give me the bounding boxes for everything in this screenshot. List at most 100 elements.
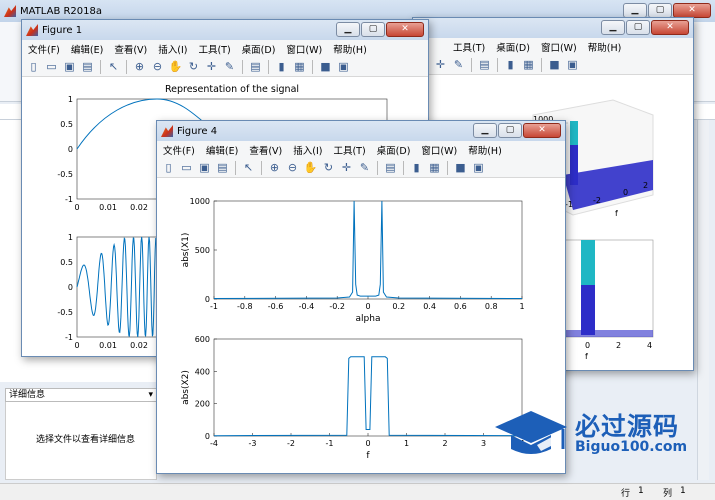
show-plot-tools-icon[interactable]: ▣: [336, 59, 351, 74]
print-icon[interactable]: ▤: [215, 160, 230, 175]
f1p1-xtick-002: 0.02: [130, 203, 148, 212]
f1p2-ytick-1: 1: [68, 233, 73, 242]
show-plot-tools-icon[interactable]: ▣: [471, 160, 486, 175]
fig4-plot2-ytick-label: 0: [205, 432, 210, 441]
fig4-plot2-xtick-label: -3: [249, 439, 257, 448]
figure1-menu-edit[interactable]: 编辑(E): [71, 42, 103, 56]
surface-xlabel-f: f: [615, 209, 618, 218]
figure1-menu-tools[interactable]: 工具(T): [198, 42, 230, 56]
figure4-minimize-button[interactable]: ▁: [473, 123, 497, 138]
rotate-icon[interactable]: ↻: [321, 160, 336, 175]
legend-icon[interactable]: ▦: [521, 57, 536, 72]
hidden-maximize-button[interactable]: ▢: [626, 20, 650, 35]
hidden-figure-toolbar: ✛ ✎ ▤ ▮ ▦ ■ ▣: [413, 55, 693, 75]
figure1-close-button[interactable]: ✕: [386, 22, 424, 37]
legend-icon[interactable]: ▦: [292, 59, 307, 74]
figure1-menu-insert[interactable]: 插入(I): [158, 42, 187, 56]
figure4-menu-edit[interactable]: 编辑(E): [206, 143, 238, 157]
f1p1-ytick-m1: -1: [65, 195, 73, 204]
figure1-minimize-button[interactable]: ▁: [336, 22, 360, 37]
figure4-close-button[interactable]: ✕: [523, 123, 561, 138]
fig4-plot2-ytick-label: 200: [195, 400, 210, 409]
show-plot-tools-icon[interactable]: ▣: [565, 57, 580, 72]
colorbar-icon[interactable]: ▮: [274, 59, 289, 74]
save-icon[interactable]: ▣: [62, 59, 77, 74]
chevron-down-icon[interactable]: ▾: [148, 389, 153, 401]
print-preview-icon[interactable]: ▤: [477, 57, 492, 72]
figure1-menu-file[interactable]: 文件(F): [28, 42, 60, 56]
f1p1-ytick-0: 0: [68, 145, 73, 154]
open-file-icon[interactable]: ▭: [44, 59, 59, 74]
figure1-menu-view[interactable]: 查看(V): [114, 42, 147, 56]
zoom-out-icon[interactable]: ⊖: [285, 160, 300, 175]
fig4-plot2-xtick-label: 3: [481, 439, 486, 448]
save-icon[interactable]: ▣: [197, 160, 212, 175]
f1p2-xtick-002: 0.02: [130, 341, 148, 350]
figure4-menu-desktop[interactable]: 桌面(D): [377, 143, 411, 157]
new-figure-icon[interactable]: ▯: [161, 160, 176, 175]
figure4-toolbar: ▯ ▭ ▣ ▤ ↖ ⊕ ⊖ ✋ ↻ ✛ ✎ ▤ ▮ ▦ ■ ▣: [157, 158, 565, 178]
figure4-menu-help[interactable]: 帮助(H): [468, 143, 502, 157]
brush-icon[interactable]: ✎: [222, 59, 237, 74]
figure4-maximize-button[interactable]: ▢: [498, 123, 522, 138]
hidden-figure-menubar: 工具(T) 桌面(D) 窗口(W) 帮助(H): [413, 38, 693, 55]
hide-plot-tools-icon[interactable]: ■: [453, 160, 468, 175]
hidden-menu-window[interactable]: 窗口(W): [541, 40, 577, 54]
new-figure-icon[interactable]: ▯: [26, 59, 41, 74]
figure4-menu-tools[interactable]: 工具(T): [333, 143, 365, 157]
status-row-label: 行: [621, 489, 631, 499]
figure1-maximize-button[interactable]: ▢: [361, 22, 385, 37]
figure4-menu-insert[interactable]: 插入(I): [293, 143, 322, 157]
zoom-in-icon[interactable]: ⊕: [132, 59, 147, 74]
zoom-in-icon[interactable]: ⊕: [267, 160, 282, 175]
figure1-menu-window[interactable]: 窗口(W): [286, 42, 322, 56]
figure1-plot1-title: Representation of the signal: [165, 84, 299, 95]
hidden-menu-tools[interactable]: 工具(T): [453, 40, 485, 54]
print-icon[interactable]: ▤: [80, 59, 95, 74]
hide-plot-tools-icon[interactable]: ■: [547, 57, 562, 72]
figure1-menu-help[interactable]: 帮助(H): [333, 42, 367, 56]
pan-icon[interactable]: ✋: [303, 160, 318, 175]
pan-icon[interactable]: ✋: [168, 59, 183, 74]
matlab-figure-icon: [161, 125, 173, 137]
brush-icon[interactable]: ✎: [357, 160, 372, 175]
pointer-icon[interactable]: ↖: [106, 59, 121, 74]
surface-tick-minus1: -1: [565, 200, 573, 209]
data-cursor-icon[interactable]: ✛: [433, 57, 448, 72]
figure4-menu-view[interactable]: 查看(V): [249, 143, 282, 157]
hidden-close-button[interactable]: ✕: [651, 20, 689, 35]
open-file-icon[interactable]: ▭: [179, 160, 194, 175]
figure4-menu-file[interactable]: 文件(F): [163, 143, 195, 157]
pointer-icon[interactable]: ↖: [241, 160, 256, 175]
hidden-menu-desktop[interactable]: 桌面(D): [496, 40, 530, 54]
colorbar-icon[interactable]: ▮: [503, 57, 518, 72]
matlab-close-button[interactable]: ✕: [673, 3, 711, 18]
surface-tick-2: 2: [643, 181, 648, 190]
print-preview-icon[interactable]: ▤: [248, 59, 263, 74]
figure1-menu-desktop[interactable]: 桌面(D): [242, 42, 276, 56]
fig4-plot1-xtick-label: 1: [519, 302, 524, 311]
colorbar-icon[interactable]: ▮: [409, 160, 424, 175]
matlab-minimize-button[interactable]: ▁: [623, 3, 647, 18]
matlab-maximize-button[interactable]: ▢: [648, 3, 672, 18]
hidden-minimize-button[interactable]: ▁: [601, 20, 625, 35]
matlab-figure-icon: [26, 24, 38, 36]
hide-plot-tools-icon[interactable]: ■: [318, 59, 333, 74]
details-panel-header[interactable]: 详细信息 ▾: [5, 388, 157, 402]
rotate-icon[interactable]: ↻: [186, 59, 201, 74]
figure4-menu-window[interactable]: 窗口(W): [421, 143, 457, 157]
fig4-plot2-xtick-label: 1: [404, 439, 409, 448]
fig4-plot1-xtick-label: 0.8: [485, 302, 498, 311]
f1p2-xtick-001: 0.01: [99, 341, 117, 350]
brush-icon[interactable]: ✎: [451, 57, 466, 72]
bottom-tick-2: 2: [616, 341, 621, 350]
print-preview-icon[interactable]: ▤: [383, 160, 398, 175]
zoom-out-icon[interactable]: ⊖: [150, 59, 165, 74]
legend-icon[interactable]: ▦: [427, 160, 442, 175]
figure4-title: Figure 4: [177, 125, 218, 137]
hidden-menu-help[interactable]: 帮助(H): [588, 40, 622, 54]
f1p1-xtick-0: 0: [74, 203, 79, 212]
details-hint: 选择文件以查看详细信息: [36, 435, 136, 445]
data-cursor-icon[interactable]: ✛: [204, 59, 219, 74]
data-cursor-icon[interactable]: ✛: [339, 160, 354, 175]
